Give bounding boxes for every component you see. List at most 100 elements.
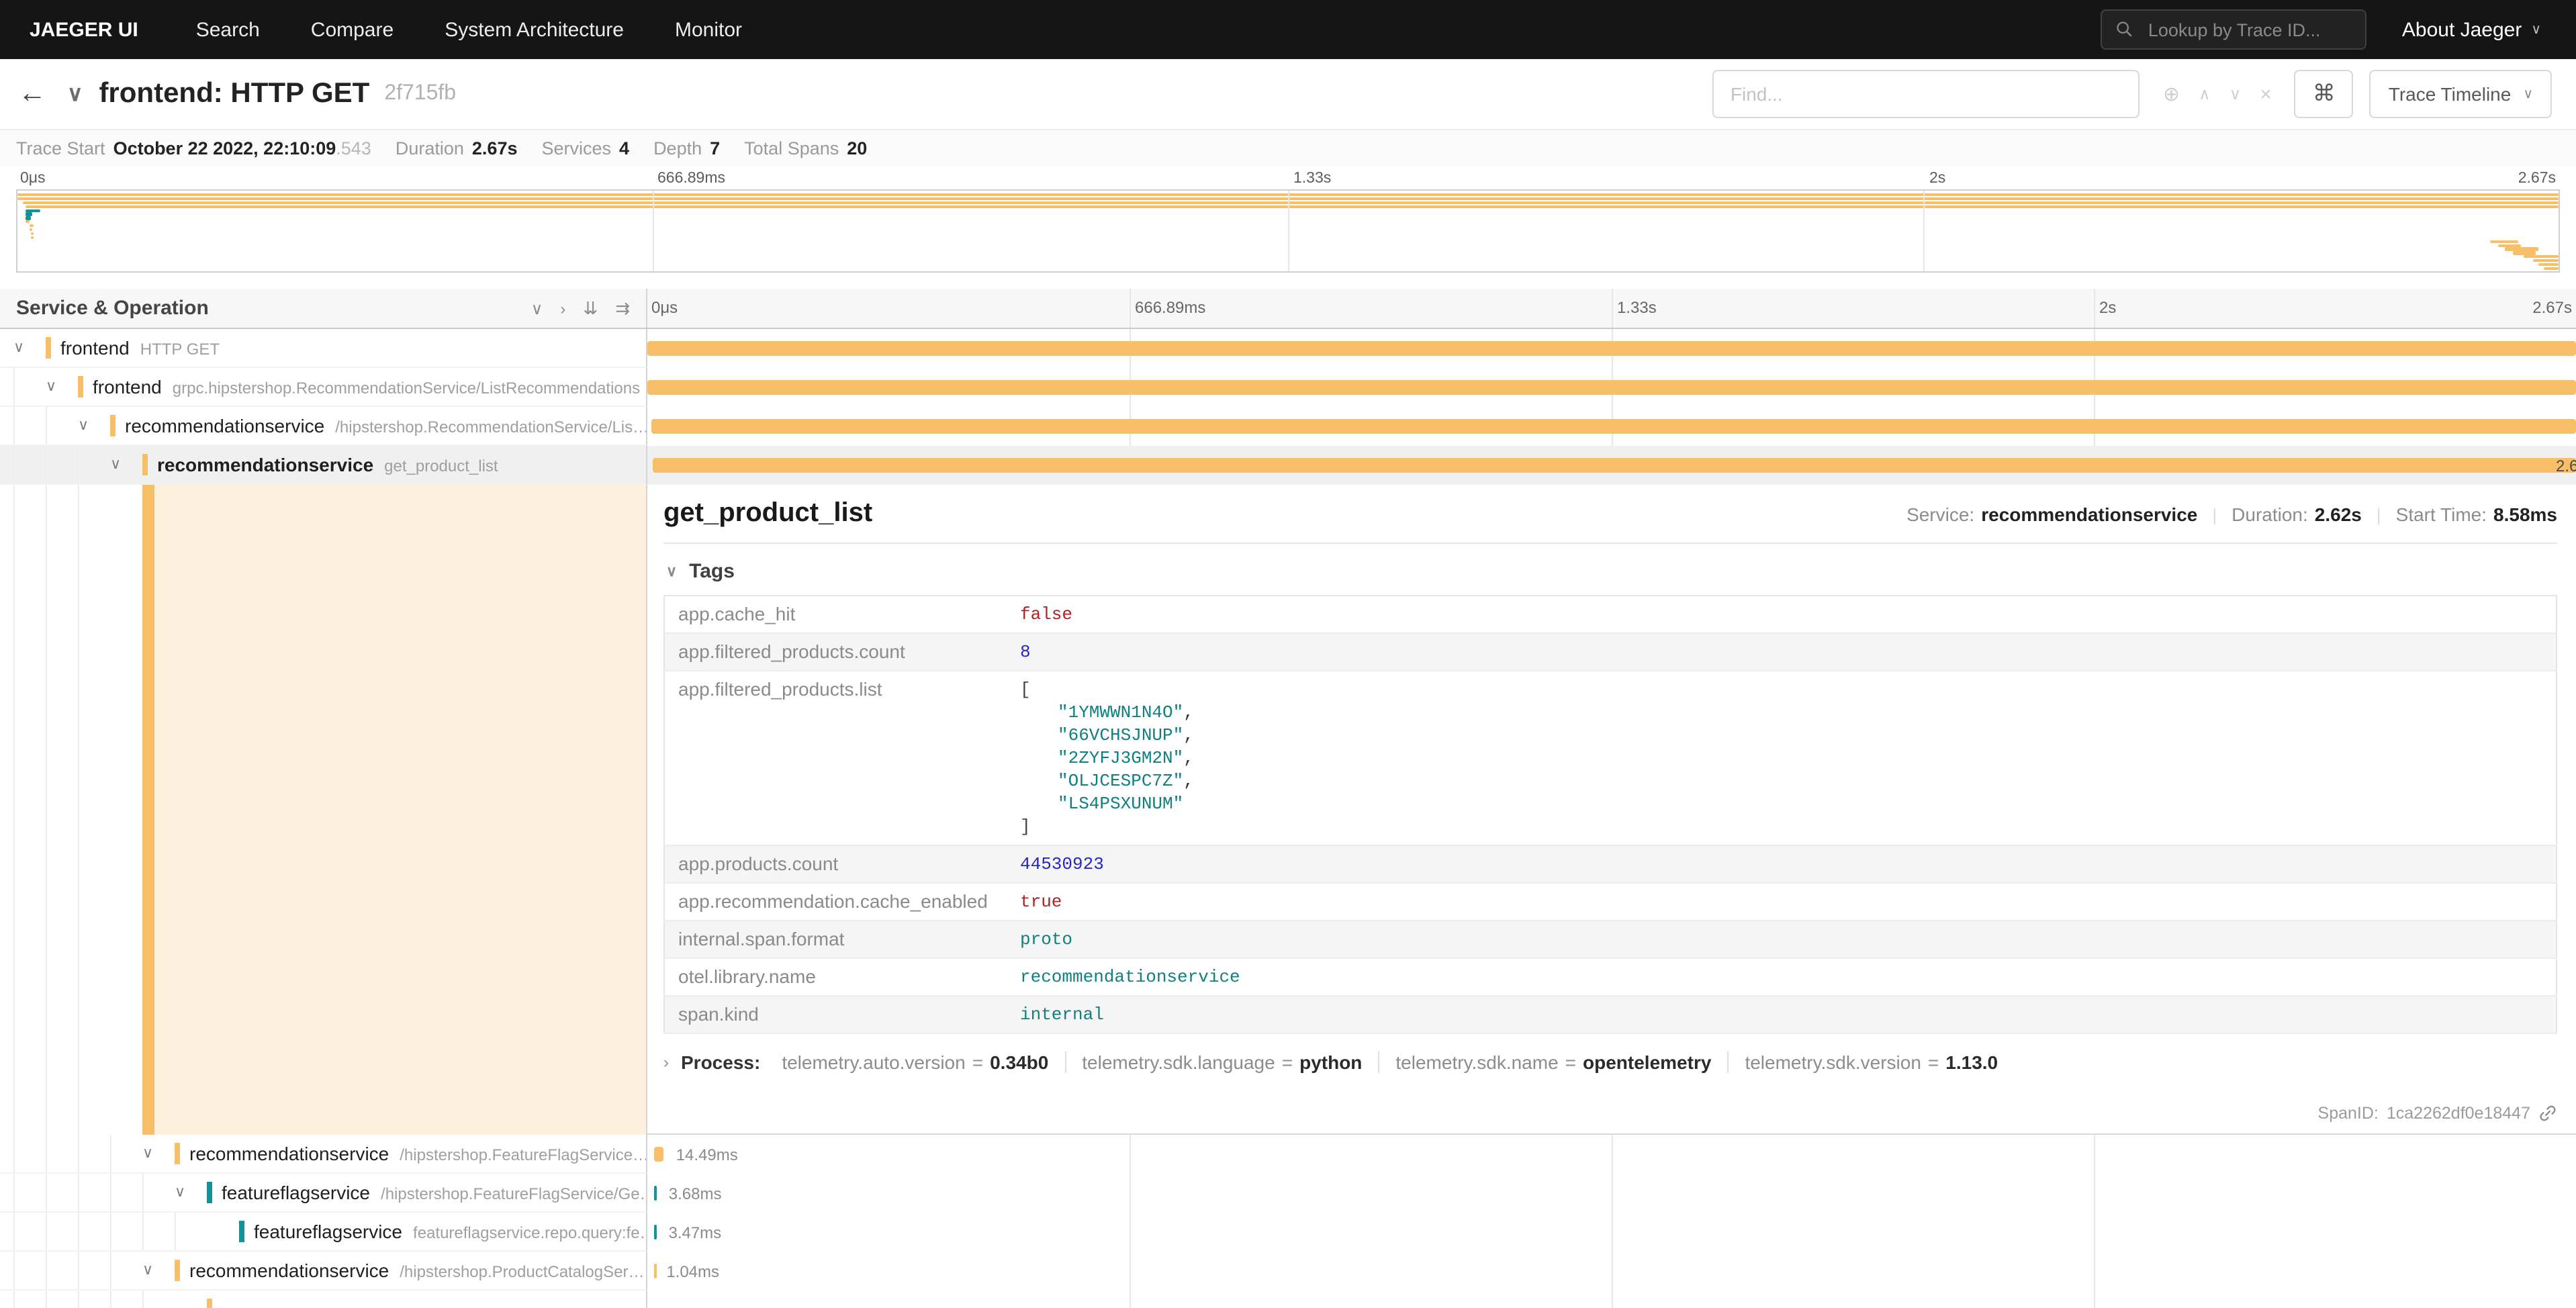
tag-value: false <box>1007 596 2557 633</box>
trace-collapse-chevron[interactable]: ∨ <box>67 81 83 107</box>
span-name[interactable]: frontendgrpc.hipstershop.RecommendationS… <box>78 376 640 398</box>
span-bar-cell[interactable] <box>647 407 2576 446</box>
tag-key: app.products.count <box>664 845 1007 883</box>
chevron-down-icon[interactable]: ∨ <box>142 1263 175 1278</box>
nav-item-monitor[interactable]: Monitor <box>649 18 768 41</box>
span-name-cell[interactable]: ∨recommendationservice/hipstershop.Featu… <box>0 1135 647 1174</box>
span-name[interactable]: frontendHTTP GET <box>46 337 220 359</box>
span-service-name: recommendationservice <box>189 1260 389 1281</box>
span-name-cell[interactable] <box>0 1291 647 1308</box>
span-name-cell[interactable]: ∨featureflagservice/hipstershop.FeatureF… <box>0 1174 647 1213</box>
span-color-stripe <box>142 485 154 1135</box>
tag-key: app.filtered_products.list <box>664 671 1007 845</box>
keyboard-shortcuts-button[interactable]: ⌘ <box>2295 70 2354 118</box>
span-bar[interactable] <box>654 1186 657 1201</box>
find-input[interactable] <box>1713 70 2140 118</box>
find-next-icon[interactable]: ∨ <box>2229 85 2242 103</box>
span-bar-cell[interactable]: 3.47ms <box>647 1213 2576 1252</box>
collapse-all-icon[interactable]: ⇊ <box>583 297 598 319</box>
meta-value: 8.58ms <box>2493 504 2557 525</box>
indent-guide <box>142 1213 175 1250</box>
find-focus-icon[interactable]: ⊕ <box>2163 82 2180 106</box>
nav-item-system-architecture[interactable]: System Architecture <box>419 18 649 41</box>
trace-view-label: Trace Timeline <box>2389 83 2512 105</box>
span-bar-cell[interactable] <box>647 329 2576 368</box>
span-name[interactable]: recommendationservice/hipstershop.Recomm… <box>110 415 646 436</box>
process-key: telemetry.auto.version <box>782 1052 965 1073</box>
span-bar[interactable] <box>647 341 2576 356</box>
find-clear-icon[interactable]: × <box>2260 83 2272 105</box>
chevron-down-icon[interactable]: ∨ <box>13 340 46 355</box>
trace-id-search[interactable] <box>2101 9 2367 50</box>
chevron-down-icon[interactable]: ∨ <box>110 457 142 472</box>
indent-guide <box>78 485 79 1135</box>
span-name-cell[interactable]: ∨recommendationserviceget_product_list <box>0 446 647 485</box>
trace-id-search-input[interactable] <box>2146 18 2352 41</box>
span-detail-meta: Service:recommendationservice|Duration:2… <box>1906 504 2557 525</box>
span-service-name: frontend <box>60 337 130 359</box>
span-detail-row: get_product_list Service:recommendations… <box>0 485 2576 1135</box>
copy-link-icon[interactable] <box>2538 1104 2557 1123</box>
expand-all-icon[interactable]: ⇉ <box>615 297 630 319</box>
find-prev-icon[interactable]: ∧ <box>2199 85 2211 103</box>
span-name[interactable]: recommendationservice/hipstershop.Produc… <box>175 1260 644 1281</box>
span-bar-cell[interactable]: 2.62s <box>647 446 2576 485</box>
span-row: ∨featureflagservice/hipstershop.FeatureF… <box>0 1174 2576 1213</box>
span-bar-cell[interactable] <box>647 1291 2576 1308</box>
meta-separator: | <box>2377 505 2381 525</box>
span-bar-cell[interactable]: 1.04ms <box>647 1252 2576 1291</box>
minimap-ticks: 0μs666.89ms1.33s2s2.67s <box>16 169 2560 189</box>
span-bar[interactable] <box>653 458 2576 473</box>
collapse-one-icon[interactable]: ∨ <box>531 299 543 318</box>
span-name[interactable]: featureflagservice/hipstershop.FeatureFl… <box>207 1182 646 1203</box>
tick-label: 666.89ms <box>657 171 725 187</box>
span-name[interactable] <box>207 1299 232 1308</box>
span-bar-cell[interactable]: 3.68ms <box>647 1174 2576 1213</box>
tick-label: 0μs <box>20 171 46 187</box>
tags-section-toggle[interactable]: ∨ Tags <box>663 555 2557 595</box>
meta-label: Duration: <box>2232 504 2308 525</box>
timeline-header: Service & Operation ∨ › ⇊ ⇉ 0μs666.89ms1… <box>0 289 2576 329</box>
span-bar[interactable] <box>647 380 2576 395</box>
indent-guide <box>78 1174 110 1211</box>
chevron-down-icon[interactable]: ∨ <box>175 1185 207 1200</box>
span-bar-cell[interactable]: 14.49ms <box>647 1135 2576 1174</box>
span-name-cell[interactable]: ∨recommendationservice/hipstershop.Produ… <box>0 1252 647 1291</box>
span-row: ∨recommendationservice/hipstershop.Recom… <box>0 407 2576 446</box>
tick-label: 666.89ms <box>1135 298 1205 317</box>
string-value: "1YMWWN1N4O" <box>1058 702 1183 722</box>
about-jaeger-menu[interactable]: About Jaeger ∨ <box>2402 18 2541 41</box>
span-service-name: recommendationservice <box>189 1143 389 1164</box>
span-name-cell[interactable]: featureflagservicefeatureflagservice.rep… <box>0 1213 647 1252</box>
trace-view-dropdown[interactable]: Trace Timeline ∨ <box>2370 70 2552 118</box>
span-bar[interactable] <box>651 419 2576 434</box>
span-bar[interactable] <box>654 1225 657 1240</box>
chevron-down-icon[interactable]: ∨ <box>46 379 78 394</box>
process-key: telemetry.sdk.language <box>1082 1052 1275 1073</box>
minimap-span-bar <box>2538 263 2559 266</box>
span-bar[interactable] <box>653 1264 656 1278</box>
span-bar[interactable] <box>653 1147 664 1162</box>
process-section-toggle[interactable]: › Process: telemetry.auto.version=0.34b0… <box>663 1052 2557 1073</box>
chevron-down-icon[interactable]: ∨ <box>78 418 110 433</box>
span-name[interactable]: featureflagservicefeatureflagservice.rep… <box>239 1221 646 1242</box>
tags-section-label: Tags <box>689 560 735 583</box>
app-logo[interactable]: JAEGER UI <box>0 18 171 41</box>
nav-item-compare[interactable]: Compare <box>285 18 419 41</box>
span-name-cell[interactable]: ∨frontendHTTP GET <box>0 329 647 368</box>
span-name-cell[interactable]: ∨recommendationservice/hipstershop.Recom… <box>0 407 647 446</box>
minimap-canvas[interactable] <box>16 189 2560 273</box>
minimap-span-bar <box>2497 244 2520 246</box>
span-name[interactable]: recommendationserviceget_product_list <box>142 454 498 475</box>
back-button[interactable]: ← <box>0 78 64 110</box>
span-name[interactable]: recommendationservice/hipstershop.Featur… <box>175 1143 646 1164</box>
span-name-cell[interactable]: ∨frontendgrpc.hipstershop.Recommendation… <box>0 368 647 407</box>
indent-guide <box>13 1213 46 1250</box>
gridline <box>1612 289 1613 328</box>
summary-label: Total Spans <box>744 138 839 158</box>
span-bar-cell[interactable] <box>647 368 2576 407</box>
nav-item-search[interactable]: Search <box>171 18 285 41</box>
chevron-down-icon[interactable]: ∨ <box>142 1146 175 1161</box>
expand-one-icon[interactable]: › <box>560 299 565 318</box>
tick-label: 2s <box>1929 171 1945 187</box>
